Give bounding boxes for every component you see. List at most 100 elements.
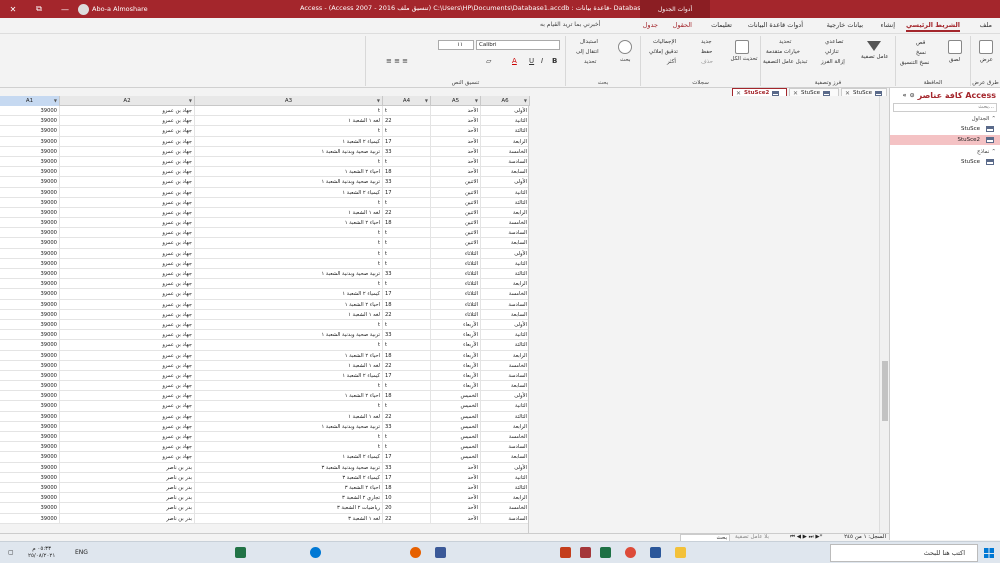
table-row[interactable]: 39000 جهاد بن عمرو احياء ٢ الشعبة ١ 18 الاثن… [0,218,530,229]
cell-a1[interactable]: 39000 [0,421,60,432]
table-row[interactable]: 39000 جهاد بن عمرو t t الثلاثاء الأولى [0,248,530,259]
cell-a3[interactable]: t [195,432,383,443]
taskbar-app-excel-2[interactable] [235,547,246,558]
cell-a4[interactable]: 22 [383,116,431,127]
cell-a2[interactable]: جهاد بن عمرو [60,167,195,178]
cell-a4[interactable]: 18 [383,391,431,402]
record-nav-arrows[interactable]: ⏮ ◀ ▶ ⏭ ▶* [790,534,822,541]
cell-a3[interactable]: احياء ٢ الشعبة ٣ [195,482,383,494]
cell-a1[interactable]: 39000 [0,401,60,412]
tab-create[interactable]: إنشاء [881,21,895,29]
cell-a1[interactable]: 39000 [0,482,60,494]
cell-a4[interactable]: 17 [383,370,431,382]
cell-a1[interactable]: 39000 [0,228,60,239]
cell-a2[interactable]: جهاد بن عمرو [60,452,195,463]
cell-a3[interactable]: لغه ١ الشعبة ١ [195,207,383,219]
cell-a4[interactable]: 10 [383,493,431,504]
refresh-all-button[interactable]: تحديث الكل [729,56,759,62]
select-button[interactable]: تحديد [584,59,596,65]
nav-search-input[interactable]: بحث... [893,103,997,112]
shutter-icon[interactable]: « [903,92,907,99]
cell-a4[interactable]: 33 [383,462,431,473]
cell-a2[interactable]: جهاد بن عمرو [60,126,195,137]
cell-a1[interactable]: 39000 [0,106,60,117]
nav-pane-header[interactable]: « ⊙ كافة عناصر Access [890,88,1000,102]
cell-a4[interactable]: t [383,442,431,453]
cell-a3[interactable]: تربية صحية وبدنية الشعبة ١ [195,269,383,280]
goto-button[interactable]: انتقال إلى [576,49,599,55]
cell-a2[interactable]: جهاد بن عمرو [60,238,195,249]
cell-a4[interactable]: 17 [383,136,431,147]
cell-a1[interactable]: 39000 [0,197,60,208]
table-row[interactable]: 39000 جهاد بن عمرو كيمياء ٢ الشعبة ١ 17 الأح… [0,136,530,147]
table-row[interactable]: 39000 جهاد بن عمرو تربية صحية وبدنية الشعب… [0,146,530,157]
cell-a6[interactable]: السادسة [481,442,530,453]
cell-a3[interactable]: t [195,279,383,290]
cell-a3[interactable]: لغه ١ الشعبة ٣ [195,513,383,524]
cell-a5[interactable]: الثلاثاء [431,289,481,300]
format-painter-button[interactable]: نسخ التنسيق [900,60,929,66]
table-row[interactable]: 39000 جهاد بن عمرو t t الأحد الأولى [0,106,530,117]
cell-a5[interactable]: الأربعاء [431,330,481,341]
font-color-button[interactable]: A [512,57,517,65]
cell-a4[interactable]: t [383,340,431,351]
table-row[interactable]: 39000 جهاد بن عمرو t t الثلاثاء الثانية [0,258,530,269]
toggle-filter-button[interactable]: تبديل عامل التصفية [763,59,807,65]
cell-a6[interactable]: الثالثة [481,340,530,351]
cell-a1[interactable]: 39000 [0,156,60,168]
cell-a6[interactable]: السادسة [481,228,530,239]
tell-me-search[interactable]: أخبرني بما تريد القيام به [540,21,600,28]
cell-a6[interactable]: الخامسة [481,360,530,371]
cell-a2[interactable]: جهاد بن عمرو [60,136,195,147]
table-row[interactable]: 39000 بدر بن ناصر كيمياء ٢ الشعبة ٣ 17 الأحد… [0,472,530,483]
cell-a5[interactable]: الاثنين [431,207,481,219]
cell-a5[interactable]: الاثنين [431,187,481,198]
cell-a5[interactable]: الاثنين [431,238,481,249]
cell-a4[interactable]: 33 [383,421,431,432]
cell-a2[interactable]: جهاد بن عمرو [60,421,195,432]
cell-a3[interactable]: احياء ٢ الشعبة ١ [195,391,383,402]
spelling-button[interactable]: تدقيق إملائي [649,49,678,55]
cell-a5[interactable]: الخميس [431,411,481,422]
cell-a3[interactable]: احياء ٢ الشعبة ١ [195,167,383,178]
refresh-all-icon[interactable] [735,40,749,54]
nav-item-stusce2[interactable]: StuSce2 [890,135,1000,145]
cell-a6[interactable]: السادسة [481,513,530,524]
cell-a6[interactable]: الثالثة [481,411,530,422]
restore-button[interactable]: ⧉ [26,0,52,18]
table-row[interactable]: 39000 جهاد بن عمرو t t الأحد الثالثة [0,126,530,137]
chevron-down-icon[interactable]: ⊙ [910,92,915,99]
cell-a5[interactable]: الأحد [431,136,481,147]
cell-a4[interactable]: 18 [383,167,431,178]
nav-item-stusce[interactable]: StuSce [890,124,1000,134]
cell-a6[interactable]: الثانية [481,472,530,483]
cell-a5[interactable]: الأحد [431,126,481,137]
cell-a2[interactable]: جهاد بن عمرو [60,116,195,127]
minimize-button[interactable]: — [52,0,78,18]
cell-a1[interactable]: 39000 [0,136,60,147]
cell-a4[interactable]: 20 [383,503,431,514]
cell-a3[interactable]: t [195,248,383,259]
cell-a6[interactable]: الرابعة [481,493,530,504]
cell-a1[interactable]: 39000 [0,218,60,229]
cell-a3[interactable]: t [195,381,383,392]
cell-a5[interactable]: الأحد [431,462,481,473]
cell-a6[interactable]: الثانية [481,116,530,127]
cell-a1[interactable]: 39000 [0,350,60,361]
column-header-a4[interactable]: A4 ▼ [383,96,431,106]
cell-a3[interactable]: تربية صحية وبدنية الشعبة ١ [195,421,383,432]
save-record-button[interactable]: حفظ [701,49,712,55]
cell-a5[interactable]: الثلاثاء [431,309,481,320]
cell-a4[interactable]: t [383,126,431,137]
cell-a4[interactable]: t [383,248,431,259]
cell-a5[interactable]: الأحد [431,482,481,494]
table-row[interactable]: 39000 جهاد بن عمرو لغه ١ الشعبة ١ 22 الأربعا… [0,360,530,371]
cell-a5[interactable]: الخميس [431,421,481,432]
taskbar-app-firefox[interactable] [410,547,421,558]
cell-a2[interactable]: جهاد بن عمرو [60,299,195,310]
cell-a4[interactable]: 17 [383,472,431,483]
highlight-button[interactable]: ▱ [486,57,491,65]
table-row[interactable]: 39000 بدر بن ناصر تربية صحية وبدنية الشعبة… [0,462,530,473]
cell-a2[interactable]: جهاد بن عمرو [60,340,195,351]
cell-a4[interactable]: 22 [383,513,431,524]
